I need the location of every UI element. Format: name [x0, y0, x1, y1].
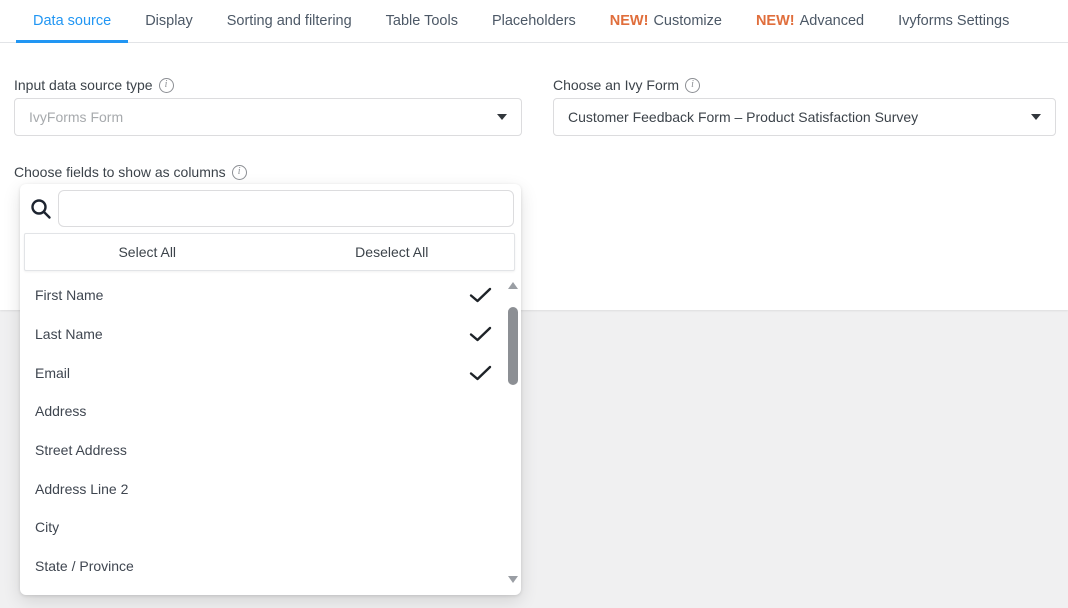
search-icon	[29, 197, 53, 224]
tab-table-tools[interactable]: Table Tools	[369, 0, 475, 42]
option-first-name[interactable]: First Name	[20, 276, 521, 315]
info-icon[interactable]: i	[159, 78, 174, 93]
option-label: State / Province	[35, 558, 134, 574]
tab-label: Display	[145, 13, 193, 29]
options-list: First Name Last Name Email Address Stree…	[20, 276, 521, 590]
option-address[interactable]: Address	[20, 392, 521, 431]
list-scrollbar	[507, 276, 519, 590]
ivy-form-select[interactable]: Customer Feedback Form – Product Satisfa…	[553, 98, 1056, 136]
label-text: Input data source type	[14, 77, 153, 93]
tab-advanced[interactable]: NEW! Advanced	[739, 0, 881, 42]
new-badge: NEW!	[610, 13, 649, 29]
tab-placeholders[interactable]: Placeholders	[475, 0, 593, 42]
tab-ivyforms-settings[interactable]: Ivyforms Settings	[881, 0, 1026, 42]
select-all-button[interactable]: Select All	[25, 234, 270, 270]
option-label: First Name	[35, 287, 103, 303]
option-email[interactable]: Email	[20, 353, 521, 392]
tab-customize[interactable]: NEW! Customize	[593, 0, 739, 42]
columns-label: Choose fields to show as columns i	[14, 164, 247, 180]
check-icon	[469, 326, 492, 342]
option-label: City	[35, 519, 59, 535]
search-row	[20, 184, 521, 232]
info-icon[interactable]: i	[685, 78, 700, 93]
chevron-down-icon	[497, 114, 507, 120]
option-label: Address	[35, 403, 86, 419]
tab-label: Ivyforms Settings	[898, 13, 1009, 29]
select-value: IvyForms Form	[29, 109, 497, 125]
scroll-down-arrow[interactable]	[508, 576, 518, 583]
tab-label: Data source	[33, 13, 111, 29]
info-icon[interactable]: i	[232, 165, 247, 180]
option-city[interactable]: City	[20, 508, 521, 547]
columns-multiselect-dropdown: Select All Deselect All First Name Last …	[20, 184, 521, 595]
ivy-form-label: Choose an Ivy Form i	[553, 77, 700, 93]
tab-label: Sorting and filtering	[227, 13, 352, 29]
tab-display[interactable]: Display	[128, 0, 210, 42]
tab-bar: Data source Display Sorting and filterin…	[0, 0, 1068, 43]
option-label: Last Name	[35, 326, 103, 342]
select-value: Customer Feedback Form – Product Satisfa…	[568, 109, 1031, 125]
option-address-line-2[interactable]: Address Line 2	[20, 469, 521, 508]
check-icon	[469, 287, 492, 303]
option-street-address[interactable]: Street Address	[20, 431, 521, 470]
label-text: Choose fields to show as columns	[14, 164, 226, 180]
option-label: Street Address	[35, 442, 127, 458]
new-badge: NEW!	[756, 13, 795, 29]
tab-label: Advanced	[800, 13, 865, 29]
option-label: Address Line 2	[35, 481, 128, 497]
deselect-all-button[interactable]: Deselect All	[270, 234, 515, 270]
scrollbar-thumb[interactable]	[508, 307, 518, 385]
data-source-type-label: Input data source type i	[14, 77, 174, 93]
tab-label: Customize	[653, 13, 722, 29]
check-icon	[469, 365, 492, 381]
data-source-type-select[interactable]: IvyForms Form	[14, 98, 522, 136]
tab-label: Table Tools	[386, 13, 458, 29]
option-state-province[interactable]: State / Province	[20, 547, 521, 586]
chevron-down-icon	[1031, 114, 1041, 120]
scroll-up-arrow[interactable]	[508, 282, 518, 289]
tab-sorting-and-filtering[interactable]: Sorting and filtering	[210, 0, 369, 42]
bulk-actions-row: Select All Deselect All	[24, 233, 515, 271]
label-text: Choose an Ivy Form	[553, 77, 679, 93]
option-last-name[interactable]: Last Name	[20, 315, 521, 354]
option-label: Email	[35, 365, 70, 381]
tab-label: Placeholders	[492, 13, 576, 29]
tab-data-source[interactable]: Data source	[16, 0, 128, 42]
search-input[interactable]	[58, 190, 514, 227]
